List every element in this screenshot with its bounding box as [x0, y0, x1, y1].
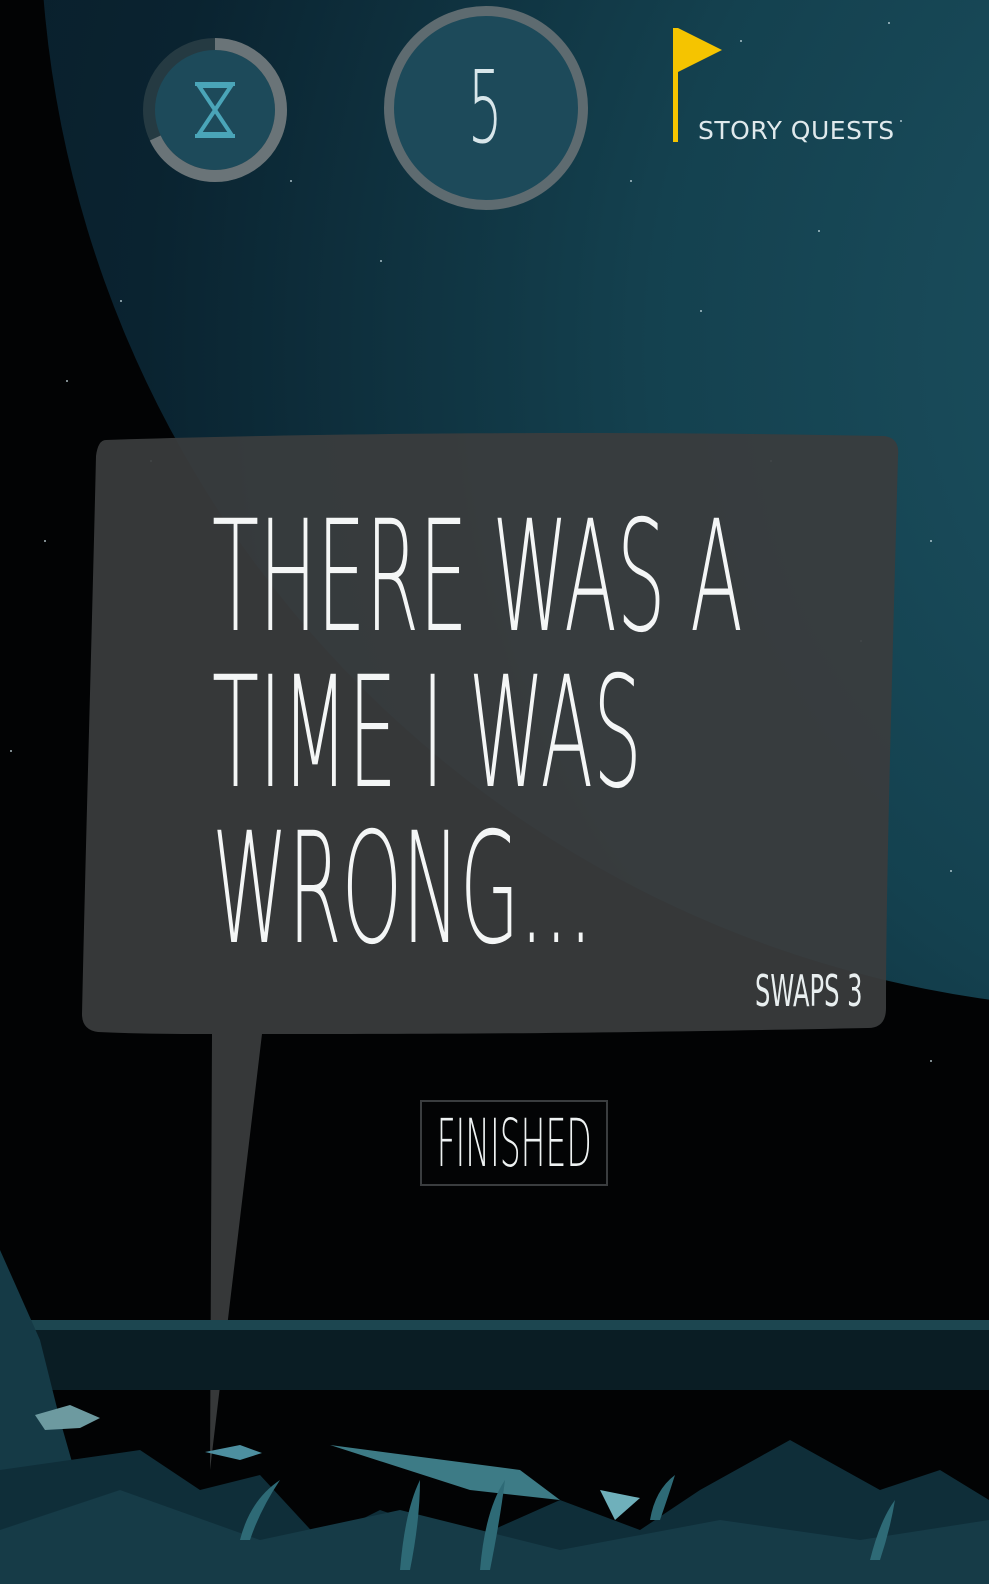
swaps-counter: SWAPS 3 [755, 966, 863, 1017]
story-quests-button[interactable]: STORY QUESTS [670, 28, 900, 148]
story-sentence: THERE WAS A TIME I WAS WRONG... [212, 500, 743, 968]
story-quests-label: STORY QUESTS [698, 116, 895, 145]
moves-value: 5 [467, 49, 505, 166]
seabed-scenery [0, 1250, 989, 1584]
sentence-line-3: WRONG... [212, 800, 593, 979]
sentence-line-2: TIME I WAS [212, 644, 642, 823]
moves-counter: 5 [384, 6, 588, 210]
finished-button[interactable]: FINISHED [420, 1100, 608, 1186]
game-screen: 5 STORY QUESTS THERE WAS A TIME I WAS WR… [0, 0, 989, 1584]
timer-ring [141, 36, 289, 184]
hourglass-icon [195, 82, 235, 138]
sentence-line-1: THERE WAS A [212, 488, 743, 667]
finished-button-label: FINISHED [436, 1104, 592, 1182]
